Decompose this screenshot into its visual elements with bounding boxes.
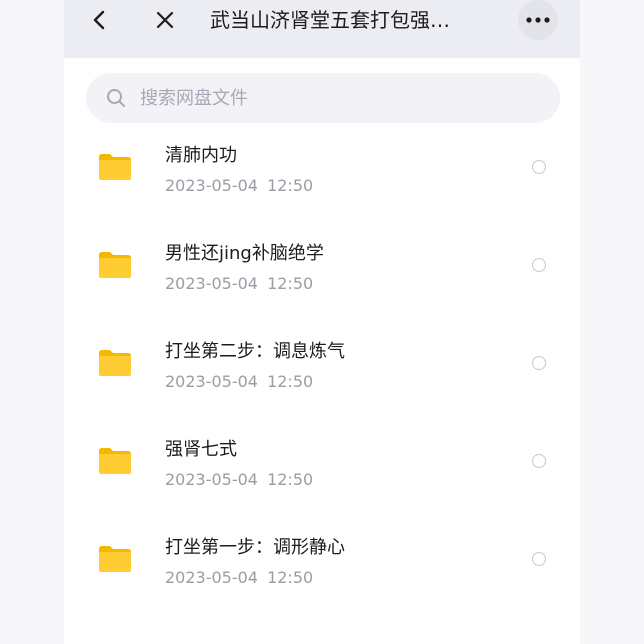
folder-icon: [99, 350, 131, 376]
folder-icon: [99, 252, 131, 278]
chevron-left-icon: [93, 10, 105, 30]
file-modified-time: 2023-05-04 12:50: [165, 274, 314, 293]
search-box[interactable]: [86, 73, 560, 123]
page: 武当山济肾堂五套打包强… 清肺内功: [0, 0, 644, 644]
navbar: 武当山济肾堂五套打包强…: [64, 0, 580, 58]
more-horizontal-icon: [526, 17, 550, 23]
more-button[interactable]: [518, 0, 558, 40]
page-title: 武当山济肾堂五套打包强…: [210, 8, 450, 32]
list-item[interactable]: 强肾七式 2023-05-04 12:50: [64, 417, 580, 515]
select-radio[interactable]: [532, 356, 546, 370]
search-input[interactable]: [140, 82, 540, 114]
file-name: 打坐第二步：调息炼气: [165, 341, 345, 362]
file-name: 男性还jing补脑绝学: [165, 243, 324, 264]
select-radio[interactable]: [532, 552, 546, 566]
file-name: 打坐第一步：调形静心: [165, 537, 345, 558]
folder-icon: [99, 448, 131, 474]
folder-icon: [99, 154, 131, 180]
list-item[interactable]: 打坐第一步：调形静心 2023-05-04 12:50: [64, 515, 580, 613]
file-list: 清肺内功 2023-05-04 12:50 男性还jing补脑绝学 2023-0…: [64, 123, 580, 613]
file-modified-time: 2023-05-04 12:50: [165, 470, 314, 489]
select-radio[interactable]: [532, 454, 546, 468]
back-button[interactable]: [86, 6, 112, 34]
file-modified-time: 2023-05-04 12:50: [165, 372, 314, 391]
close-icon: [156, 11, 174, 29]
list-item[interactable]: 男性还jing补脑绝学 2023-05-04 12:50: [64, 221, 580, 319]
file-name: 强肾七式: [165, 439, 237, 460]
list-item[interactable]: 清肺内功 2023-05-04 12:50: [64, 123, 580, 221]
file-modified-time: 2023-05-04 12:50: [165, 176, 314, 195]
folder-icon: [99, 546, 131, 572]
select-radio[interactable]: [532, 258, 546, 272]
file-modified-time: 2023-05-04 12:50: [165, 568, 314, 587]
select-radio[interactable]: [532, 160, 546, 174]
file-name: 清肺内功: [165, 145, 237, 166]
close-button[interactable]: [152, 6, 178, 34]
file-browser-panel: 武当山济肾堂五套打包强… 清肺内功: [64, 0, 580, 644]
list-item[interactable]: 打坐第二步：调息炼气 2023-05-04 12:50: [64, 319, 580, 417]
search-icon: [107, 89, 125, 107]
